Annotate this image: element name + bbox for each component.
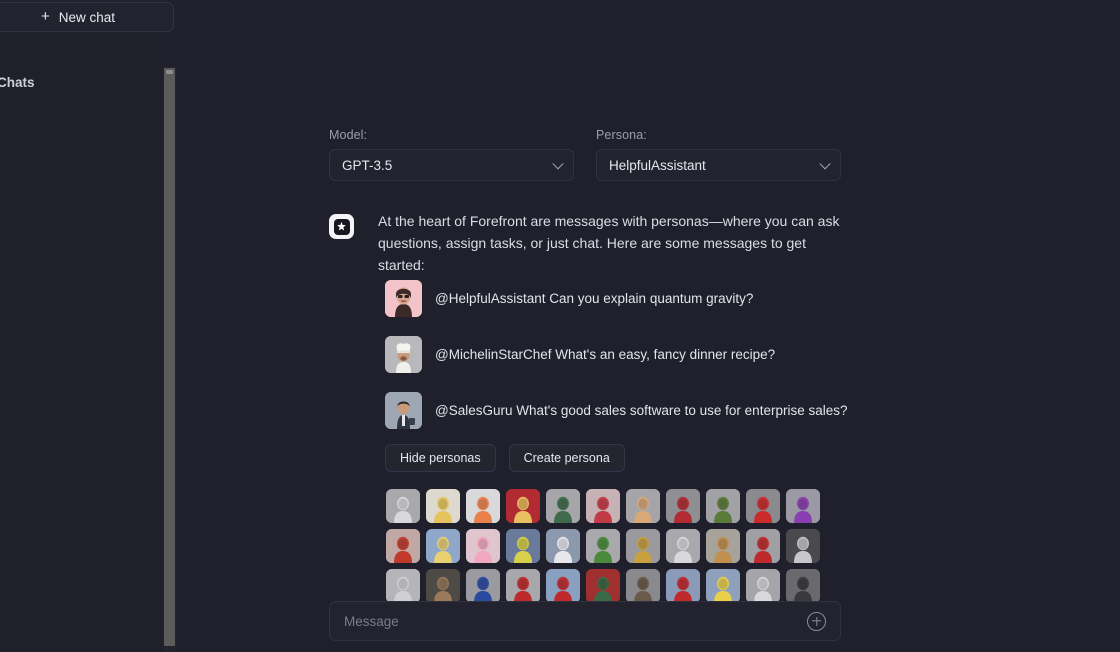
sidebar: + New chat Chats xyxy=(0,0,174,652)
sidebar-section-chats[interactable]: Chats xyxy=(0,72,136,92)
persona-philosopher[interactable] xyxy=(666,529,700,563)
persona-red-robot[interactable] xyxy=(666,489,700,523)
persona-moon-girl[interactable] xyxy=(426,529,460,563)
persona-field: Persona: HelpfulAssistant xyxy=(596,128,841,181)
persona-silver-creature[interactable] xyxy=(386,569,420,603)
persona-green-soldier[interactable] xyxy=(706,489,740,523)
model-select[interactable]: GPT-3.5 xyxy=(329,149,574,181)
hide-personas-button[interactable]: Hide personas xyxy=(385,444,496,472)
model-value: GPT-3.5 xyxy=(342,157,393,173)
persona-yellow-cartoon[interactable] xyxy=(706,569,740,603)
forefront-sparkle-icon xyxy=(329,214,354,239)
persona-grid-row xyxy=(386,569,836,603)
suggested-message-row[interactable]: @MichelinStarChef What's an easy, fancy … xyxy=(385,336,855,373)
persona-glasses-man[interactable] xyxy=(426,569,460,603)
intro-text: At the heart of Forefront are messages w… xyxy=(378,213,840,273)
persona-headphones-woman[interactable] xyxy=(706,529,740,563)
plus-circle-icon[interactable] xyxy=(807,611,826,631)
message-composer[interactable] xyxy=(329,601,841,641)
persona-boy-suit[interactable] xyxy=(466,489,500,523)
suggested-message-row[interactable]: @HelpfulAssistant Can you explain quantu… xyxy=(385,280,855,317)
avatar-helpful-assistant[interactable] xyxy=(385,280,422,317)
suggested-message-text: @SalesGuru What's good sales software to… xyxy=(435,403,848,418)
persona-duck-sailor[interactable] xyxy=(666,569,700,603)
suggested-message-row[interactable]: @SalesGuru What's good sales software to… xyxy=(385,392,855,429)
persona-red-hat-clown[interactable] xyxy=(746,529,780,563)
persona-blue-spiky-hair[interactable] xyxy=(466,569,500,603)
new-chat-label: New chat xyxy=(58,9,116,25)
chevron-down-icon xyxy=(819,158,831,170)
plus-icon: + xyxy=(40,7,50,25)
model-label: Model: xyxy=(329,128,368,142)
persona-plumber[interactable] xyxy=(546,569,580,603)
persona-red-blob[interactable] xyxy=(746,489,780,523)
persona-detective-red[interactable] xyxy=(586,569,620,603)
persona-muscle-figure[interactable] xyxy=(626,489,660,523)
persona-starry-figure[interactable] xyxy=(506,529,540,563)
persona-mustache-man[interactable] xyxy=(786,569,820,603)
message-input[interactable] xyxy=(344,613,807,629)
persona-select[interactable]: HelpfulAssistant xyxy=(596,149,841,181)
intro-block: At the heart of Forefront are messages w… xyxy=(329,210,849,276)
persona-ice-queen[interactable] xyxy=(466,529,500,563)
persona-grid-row xyxy=(386,489,836,523)
persona-gentleman[interactable] xyxy=(786,529,820,563)
create-persona-button[interactable]: Create persona xyxy=(508,444,625,472)
persona-green-hat-figure[interactable] xyxy=(546,489,580,523)
selector-row: Model: GPT-3.5 Persona: HelpfulAssistant xyxy=(329,128,841,181)
persona-mouse-character[interactable] xyxy=(586,489,620,523)
persona-red-hair-woman[interactable] xyxy=(386,529,420,563)
persona-value: HelpfulAssistant xyxy=(609,157,706,173)
persona-hat-figure[interactable] xyxy=(626,569,660,603)
persona-mouse-red[interactable] xyxy=(506,569,540,603)
persona-scientist[interactable] xyxy=(386,489,420,523)
persona-einstein[interactable] xyxy=(746,569,780,603)
persona-gold-helmet[interactable] xyxy=(626,529,660,563)
model-field: Model: GPT-3.5 xyxy=(329,128,574,181)
persona-wonder-woman[interactable] xyxy=(506,489,540,523)
new-chat-button[interactable]: + New chat xyxy=(0,2,174,32)
forefront-chat-app: + New chat Chats Model: GPT-3.5 Persona:… xyxy=(0,0,1120,652)
sidebar-scrollbar-thumb[interactable] xyxy=(164,68,175,646)
persona-grid xyxy=(386,489,836,603)
persona-yellow-creature[interactable] xyxy=(426,489,460,523)
persona-frog-suit[interactable] xyxy=(586,529,620,563)
avatar-michelin-star-chef[interactable] xyxy=(385,336,422,373)
chats-label: Chats xyxy=(0,74,35,90)
persona-purple-jester[interactable] xyxy=(786,489,820,523)
avatar-sales-guru[interactable] xyxy=(385,392,422,429)
persona-politician[interactable] xyxy=(546,529,580,563)
persona-actions: Hide personas Create persona xyxy=(385,444,625,472)
suggested-messages-list: @HelpfulAssistant Can you explain quantu… xyxy=(385,280,855,448)
suggested-message-text: @MichelinStarChef What's an easy, fancy … xyxy=(435,347,776,362)
persona-label: Persona: xyxy=(596,128,647,142)
chevron-down-icon xyxy=(552,158,564,170)
persona-grid-row xyxy=(386,529,836,563)
suggested-message-text: @HelpfulAssistant Can you explain quantu… xyxy=(435,291,754,306)
scrollbar-up-arrow-icon[interactable] xyxy=(166,70,173,74)
